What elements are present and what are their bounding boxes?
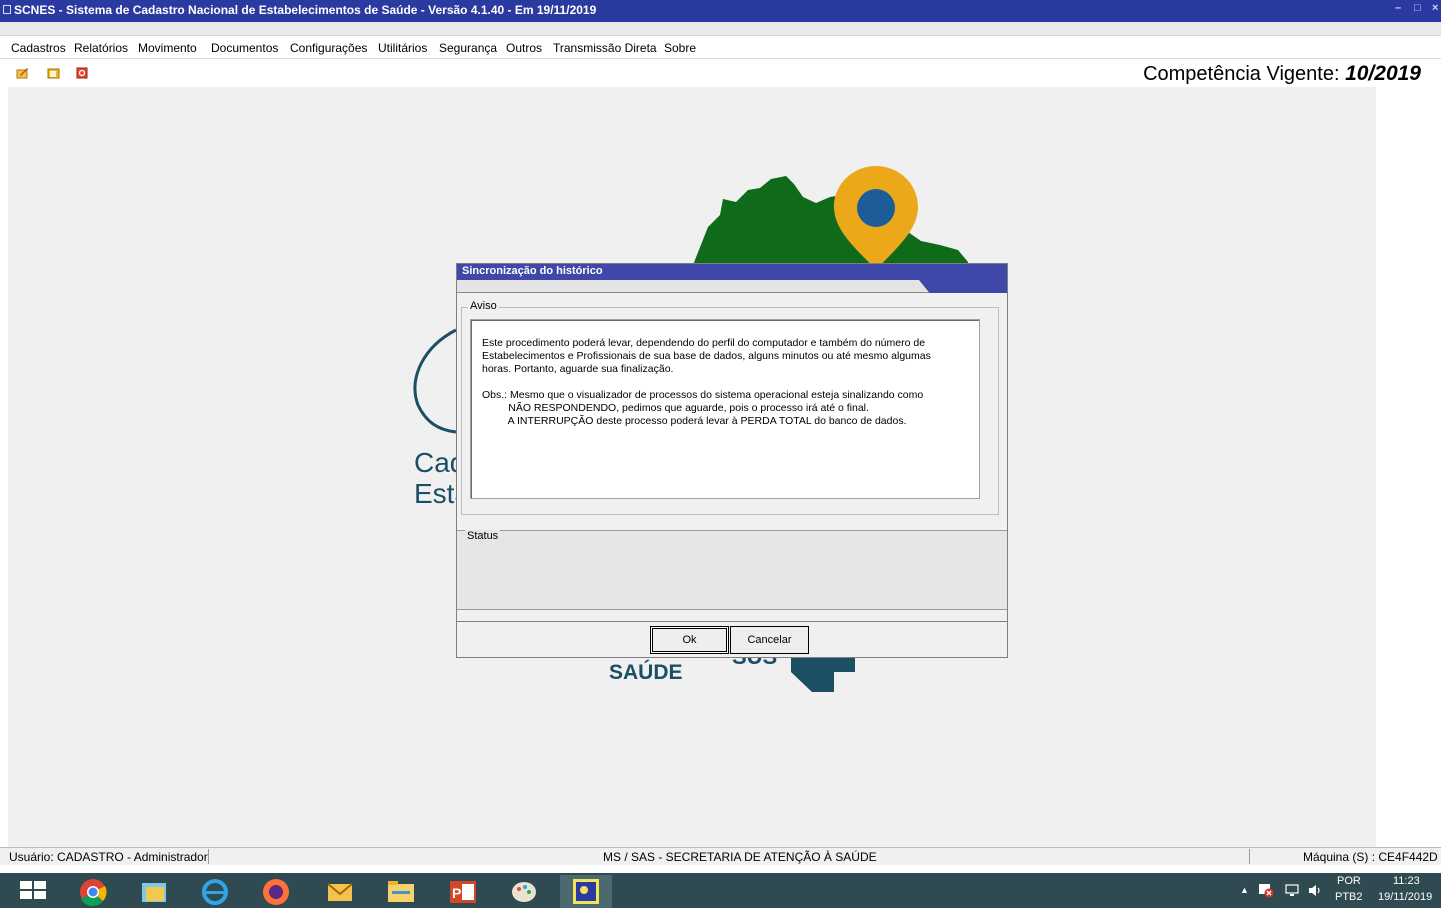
firefox-icon bbox=[263, 879, 289, 905]
window-title: SCNES - Sistema de Cadastro Nacional de … bbox=[14, 3, 597, 17]
cancel-button[interactable]: Cancelar bbox=[730, 626, 809, 654]
ok-button[interactable]: Ok bbox=[650, 626, 729, 654]
dialog-title: Sincronização do histórico bbox=[457, 264, 1007, 280]
tray-date[interactable]: 19/11/2019 bbox=[1378, 891, 1432, 903]
paint-icon bbox=[512, 882, 536, 902]
tray-expand-icon[interactable]: ▲ bbox=[1240, 885, 1249, 895]
ministerio-saude-text: SAÚDE bbox=[609, 661, 683, 684]
taskbar-paint[interactable] bbox=[498, 875, 550, 908]
taskbar-scnes[interactable] bbox=[560, 875, 612, 908]
aviso-label: Aviso bbox=[468, 300, 499, 312]
message-line: Obs.: Mesmo que o visualizador de proces… bbox=[482, 389, 924, 401]
status-divider bbox=[1249, 849, 1250, 864]
tray-keyboard-layout[interactable]: PTB2 bbox=[1335, 891, 1363, 903]
scnes-app-icon bbox=[573, 879, 599, 904]
taskbar-explorer-alt[interactable] bbox=[128, 875, 180, 908]
menu-documentos[interactable]: Documentos bbox=[211, 41, 278, 55]
folder-app-icon bbox=[142, 883, 166, 902]
message-line: horas. Portanto, aguarde sua finalização… bbox=[482, 363, 674, 375]
maximize-button[interactable]: □ bbox=[1414, 2, 1421, 14]
status-org: MS / SAS - SECRETARIA DE ATENÇÃO À SAÚDE bbox=[603, 850, 877, 864]
taskbar-powerpoint[interactable]: P bbox=[437, 875, 489, 908]
title-underbar bbox=[0, 22, 1441, 36]
minimize-button[interactable]: – bbox=[1395, 2, 1401, 14]
internet-explorer-icon bbox=[202, 879, 228, 905]
chrome-icon bbox=[80, 879, 107, 907]
message-line: Este procedimento poderá levar, dependen… bbox=[482, 337, 926, 349]
status-machine: Máquina (S) : CE4F442D bbox=[1303, 850, 1438, 864]
status-underbar bbox=[0, 865, 1441, 873]
windows-start-icon[interactable] bbox=[20, 881, 48, 901]
sync-history-dialog: Sincronização do histórico Aviso Este pr… bbox=[456, 263, 1008, 658]
status-panel: Status bbox=[457, 530, 1007, 610]
taskbar-firefox[interactable] bbox=[250, 875, 302, 908]
tray-time[interactable]: 11:23 bbox=[1393, 875, 1420, 887]
message-line: A INTERRUPÇÃO deste processo poderá leva… bbox=[482, 415, 907, 427]
status-divider bbox=[208, 849, 209, 864]
competencia-vigente: Competência Vigente: 10/2019 bbox=[1143, 62, 1421, 86]
dialog-tab-accent bbox=[919, 280, 1007, 293]
button-separator bbox=[457, 621, 1007, 622]
menu-seguranca[interactable]: Segurança bbox=[439, 41, 497, 55]
taskbar-file-explorer[interactable] bbox=[375, 875, 427, 908]
competencia-label: Competência Vigente: bbox=[1143, 63, 1340, 85]
right-strip bbox=[1376, 87, 1441, 847]
network-icon[interactable] bbox=[1284, 883, 1300, 898]
logo-arc bbox=[413, 328, 457, 434]
menu-outros[interactable]: Outros bbox=[506, 41, 542, 55]
volume-icon[interactable] bbox=[1307, 883, 1323, 898]
taskbar-chrome[interactable] bbox=[67, 875, 119, 908]
taskbar: P ▲ POR PTB2 11:23 19/11/2019 bbox=[0, 873, 1441, 908]
competencia-value: 10/2019 bbox=[1345, 62, 1421, 85]
exit-icon[interactable] bbox=[76, 67, 89, 79]
menu-cadastros[interactable]: Cadastros bbox=[11, 41, 66, 55]
close-button[interactable]: × bbox=[1432, 2, 1438, 14]
file-explorer-icon bbox=[388, 881, 414, 902]
taskbar-ie[interactable] bbox=[189, 875, 241, 908]
mail-icon bbox=[327, 883, 353, 901]
tray-language[interactable]: POR bbox=[1337, 875, 1361, 887]
app-icon bbox=[3, 5, 11, 14]
menu-transmissao-direta[interactable]: Transmissão Direta bbox=[553, 41, 657, 55]
status-label: Status bbox=[465, 530, 501, 542]
taskbar-outlook[interactable] bbox=[314, 875, 366, 908]
message-line: Estabelecimentos e Profissionais de sua … bbox=[482, 350, 931, 362]
status-user: Usuário: CADASTRO - Administrador bbox=[9, 850, 208, 864]
menu-utilitarios[interactable]: Utilitários bbox=[378, 41, 427, 55]
title-bar: SCNES - Sistema de Cadastro Nacional de … bbox=[0, 0, 1441, 22]
svg-text:P: P bbox=[452, 885, 461, 901]
menu-relatorios[interactable]: Relatórios bbox=[74, 41, 128, 55]
folder-icon[interactable] bbox=[47, 67, 60, 79]
powerpoint-icon: P bbox=[450, 881, 476, 903]
status-bar: Usuário: CADASTRO - Administrador MS / S… bbox=[0, 847, 1441, 865]
menu-configuracoes[interactable]: Configurações bbox=[290, 41, 367, 55]
message-line: NÃO RESPONDENDO, pedimos que aguarde, po… bbox=[482, 402, 869, 414]
action-center-flag-icon[interactable] bbox=[1258, 883, 1274, 898]
menu-movimento[interactable]: Movimento bbox=[138, 41, 197, 55]
aviso-message-box: Este procedimento poderá levar, dependen… bbox=[470, 319, 980, 499]
menu-sobre[interactable]: Sobre bbox=[664, 41, 696, 55]
brazil-map-shape bbox=[693, 176, 968, 265]
menu-bar: Cadastros Relatórios Movimento Documento… bbox=[0, 37, 1441, 59]
message-line bbox=[482, 376, 979, 389]
edit-icon[interactable] bbox=[16, 67, 29, 79]
